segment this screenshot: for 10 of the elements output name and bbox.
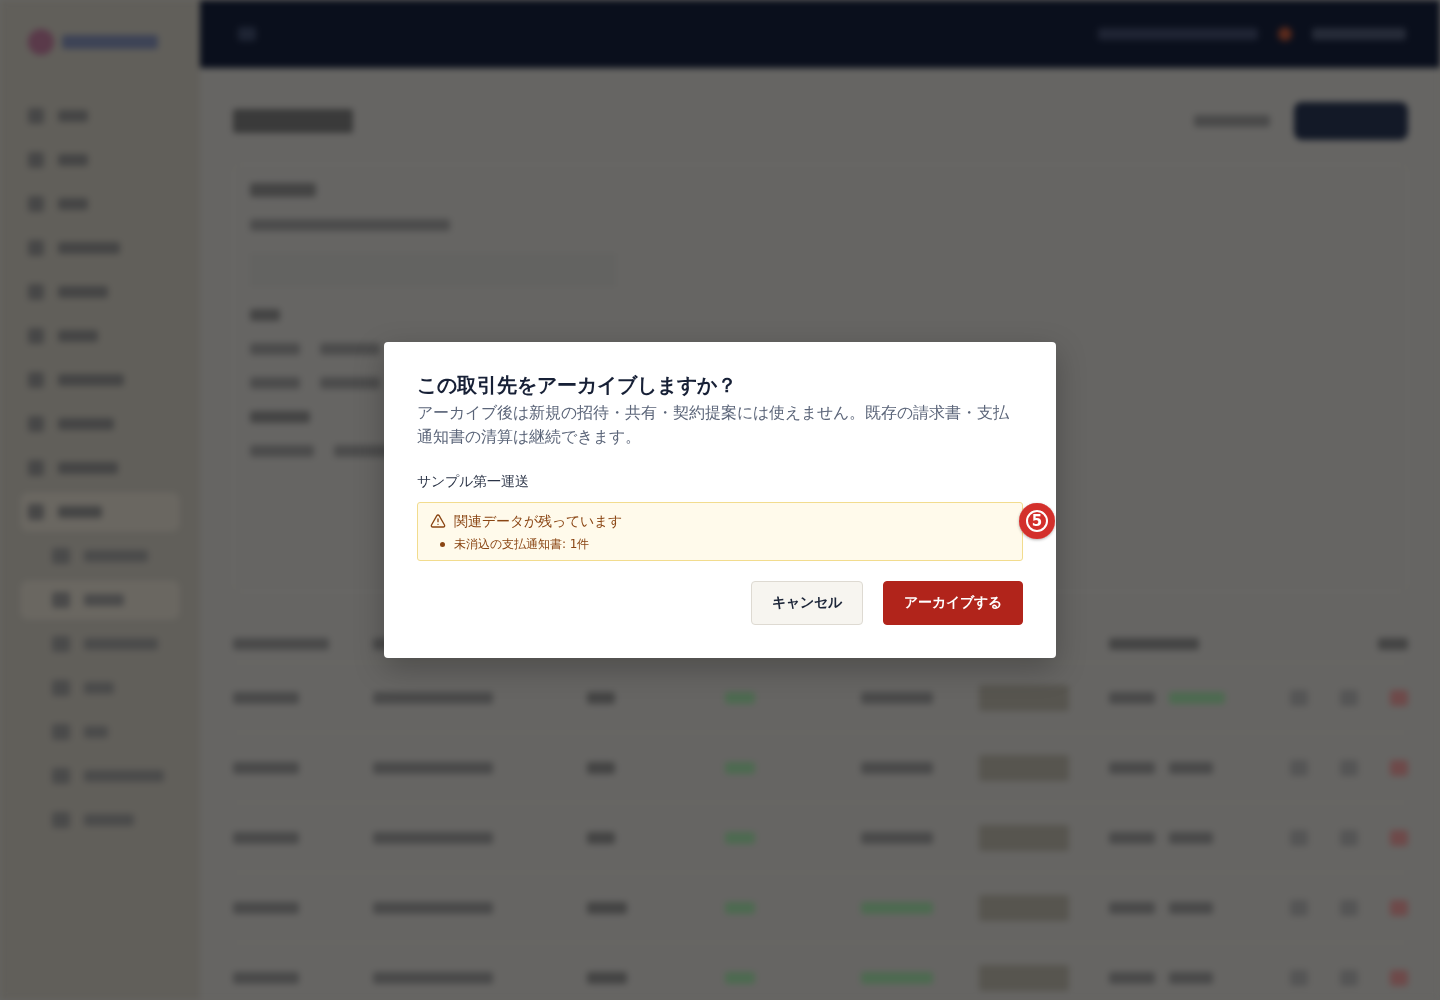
archive-button[interactable]: アーカイブする (883, 581, 1023, 625)
partner-name: サンプル第一運送 (417, 472, 529, 491)
cancel-button[interactable]: キャンセル (751, 581, 863, 625)
warning-title: 関連データが残っています (454, 512, 622, 531)
annotation-marker: 5 (1019, 503, 1055, 539)
warning-list-item: 未消込の支払通知書: 1件 (454, 536, 590, 553)
bullet-icon (440, 541, 445, 547)
warning-icon (430, 513, 446, 529)
dialog-title: この取引先をアーカイブしますか？ (417, 372, 738, 399)
dialog-description: アーカイブ後は新規の招待・共有・契約提案には使えません。既存の請求書・支払通知書の清算は継続できます。 (417, 402, 1010, 448)
